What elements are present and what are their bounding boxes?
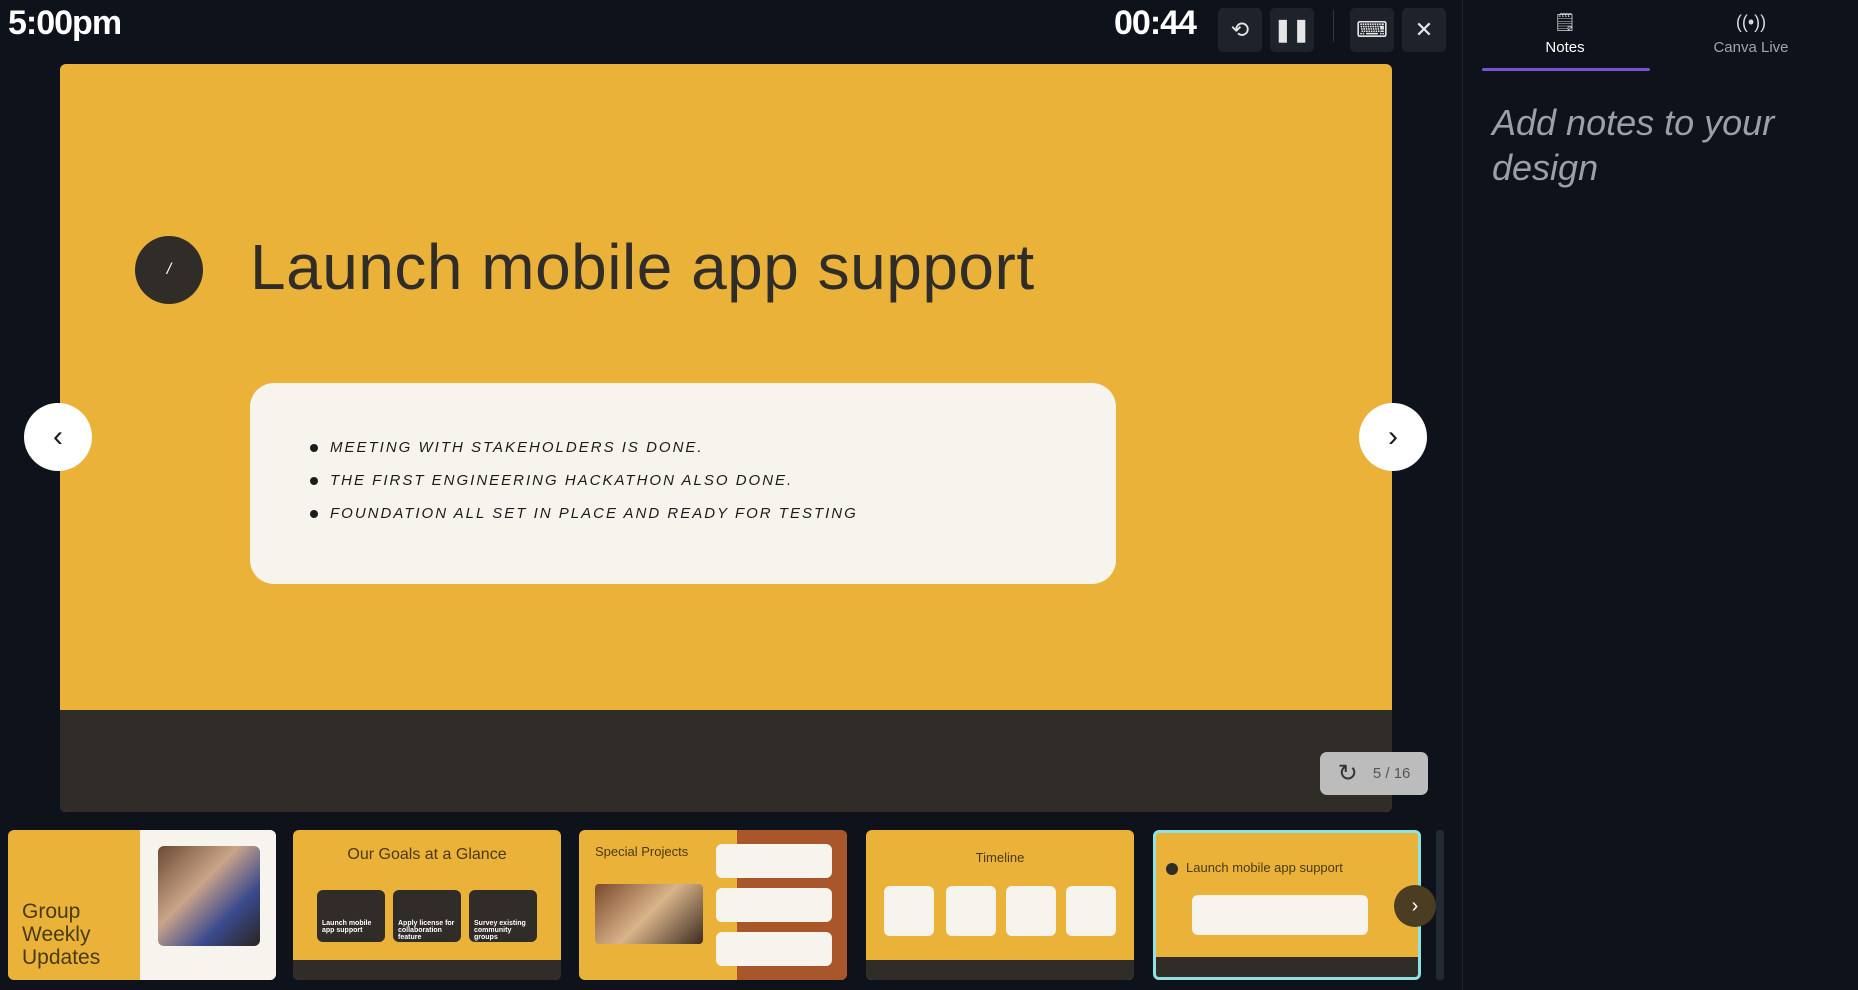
chevron-right-icon: › [1411, 894, 1419, 917]
close-button[interactable]: ✕ [1402, 8, 1446, 52]
previous-slide-button[interactable]: ‹ [24, 403, 92, 471]
photo-image [158, 846, 260, 946]
reset-timer-button[interactable]: ⟲ [1218, 8, 1262, 52]
thumb-title: Timeline [975, 850, 1025, 865]
broadcast-icon: ((•)) [1735, 12, 1767, 32]
presentation-timer: 00:44 [1114, 4, 1197, 42]
toolbar-divider [1333, 10, 1334, 42]
thumbnail-slide-3[interactable]: Special Projects [579, 830, 847, 980]
slide-title: Launch mobile app support [250, 231, 1035, 303]
tab-notes[interactable]: 🗒 Notes [1480, 12, 1650, 56]
close-icon: ✕ [1414, 17, 1434, 42]
clock: 5:00pm [8, 4, 122, 42]
tab-label: Notes [1545, 39, 1585, 56]
pause-button[interactable]: ❚❚ [1270, 8, 1314, 52]
pause-icon: ❚❚ [1273, 17, 1311, 42]
bullet-list: Meeting with stakeholders is done. The f… [310, 439, 858, 538]
photo-image [595, 884, 703, 944]
bullet-item: Meeting with stakeholders is done. [310, 439, 858, 472]
bullet-item: Foundation all set in place and ready fo… [310, 505, 858, 538]
chevron-left-icon: ‹ [53, 420, 63, 453]
thumbnail-slide-4[interactable]: Timeline [866, 830, 1134, 980]
thumb-title: Launch mobile app support [1186, 860, 1343, 875]
slide-counter-text: 5 / 16 [1372, 765, 1411, 782]
thumb-item: Apply license for collaboration feature [398, 920, 455, 941]
thumbnail-slide-5[interactable]: Launch mobile app support [1153, 830, 1421, 980]
keyboard-icon: ⌨ [1356, 17, 1388, 42]
thumbnails-next-button[interactable]: › [1394, 885, 1436, 927]
thumb-title: Special Projects [595, 844, 689, 859]
tab-label: Canva Live [1713, 39, 1789, 56]
history-icon: ⟲ [1230, 17, 1250, 42]
thumb-item: Survey existing community groups [474, 920, 526, 941]
slide-footer-band [60, 710, 1392, 812]
next-slide-button[interactable]: › [1359, 403, 1427, 471]
slide-counter[interactable]: ↻ 5 / 16 [1320, 752, 1428, 795]
thumbnail-slide-1[interactable]: Group Weekly Updates [8, 830, 276, 980]
thumb-band [293, 960, 561, 980]
thumbnail-scrollbar[interactable] [1436, 830, 1444, 980]
slide-number-badge: / [135, 236, 203, 304]
thumb-item: Launch mobile app support [322, 920, 372, 934]
notes-icon: 🗒 [1553, 12, 1577, 32]
thumb-title: Our Goals at a Glance [347, 846, 507, 863]
restart-icon: ↻ [1337, 760, 1358, 787]
thumb-band [1156, 957, 1418, 977]
tab-canva-live[interactable]: ((•)) Canva Live [1666, 12, 1836, 56]
bullet-item: The first engineering hackathon also don… [310, 472, 858, 505]
thumbnail-slide-2[interactable]: Our Goals at a Glance Launch mobile app … [293, 830, 561, 980]
current-slide: / Launch mobile app support Meeting with… [60, 64, 1392, 812]
notes-input[interactable]: Add notes to your design [1492, 100, 1832, 190]
active-tab-indicator [1482, 68, 1650, 71]
keyboard-shortcuts-button[interactable]: ⌨ [1350, 8, 1394, 52]
thumb-band [866, 960, 1134, 980]
chevron-right-icon: › [1388, 420, 1398, 453]
thumb-title: Group Weekly Updates [22, 900, 101, 969]
bullet-card: Meeting with stakeholders is done. The f… [250, 383, 1116, 584]
